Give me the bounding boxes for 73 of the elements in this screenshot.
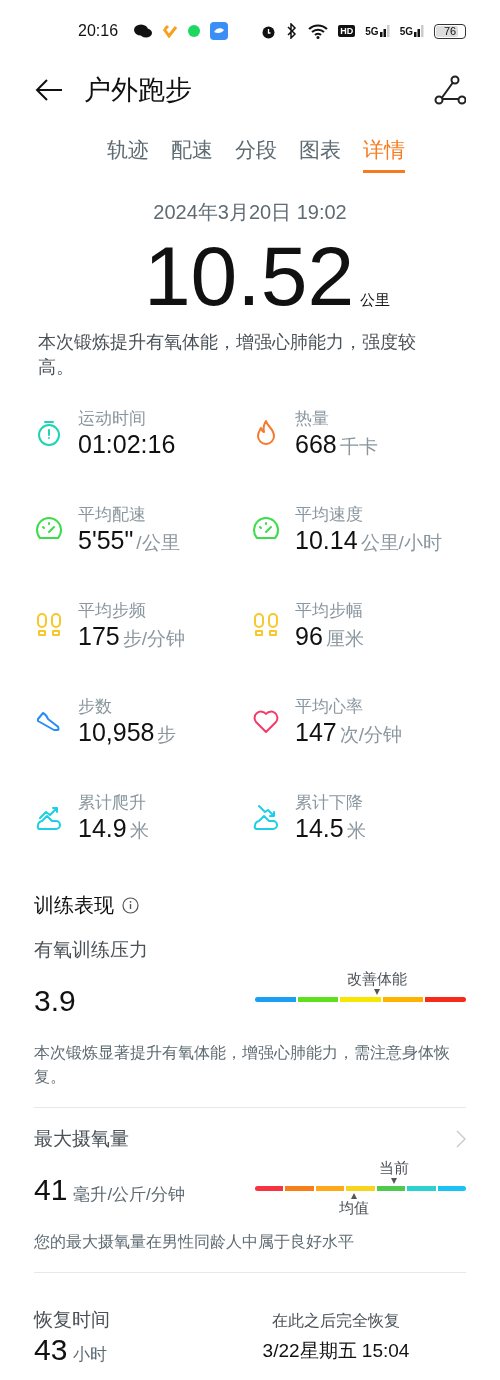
marker-label: 均值 (339, 1199, 370, 1218)
stat-unit: 次/分钟 (339, 722, 402, 747)
metric-title: 有氧训练压力 (34, 939, 148, 960)
distance-value: 10.52 (143, 230, 355, 322)
stat-unit: 千卡 (339, 434, 378, 459)
stat-value: 5'55" (78, 525, 134, 555)
stat-label: 平均配速 (78, 503, 147, 526)
stat-value: 14.5 (295, 813, 344, 843)
stat-label: 运动时间 (78, 408, 147, 430)
pointer-icon (351, 1193, 358, 1199)
status-time: 20:16 (78, 22, 119, 40)
pointer-icon (391, 1178, 398, 1184)
stat-label: 平均速度 (295, 503, 364, 526)
stat-label: 累计下降 (295, 791, 364, 814)
tab[interactable]: 分段 (235, 136, 277, 173)
network-type-label: 5G (365, 26, 379, 37)
network-type-label: 5G (399, 26, 413, 37)
stat-unit: 步 (157, 722, 177, 747)
share-button[interactable] (434, 75, 466, 105)
dot-app-icon (188, 25, 201, 37)
stat-value: 96 (295, 621, 323, 651)
stat-value: 14.9 (78, 813, 127, 843)
stat-value: 668 (295, 429, 337, 459)
section-title: 训练表现 (34, 893, 114, 918)
workout-summary: 本次锻炼提升有氧体能，增强心肺能力，强度较高。 (38, 331, 417, 379)
distance-unit: 公里 (360, 291, 391, 310)
stat-unit: 公里/小时 (360, 530, 442, 555)
stat-label: 平均步频 (78, 599, 147, 622)
stat-value: 01:02:16 (78, 430, 176, 459)
hd-voice-badge: HD (338, 25, 356, 37)
stat-label: 平均步幅 (295, 599, 364, 622)
stat-label: 累计爬升 (78, 791, 147, 814)
stat-unit: 米 (346, 818, 366, 843)
metric-title: 恢复时间 (34, 1309, 110, 1330)
stat-label: 平均心率 (295, 695, 364, 718)
signal-icon (414, 25, 424, 37)
stat-value: 10.14 (295, 525, 358, 555)
tab[interactable]: 轨迹 (107, 136, 149, 173)
metric-value: 43 (34, 1333, 68, 1367)
chat-icon (134, 24, 153, 38)
stat-value: 10,958 (78, 717, 155, 747)
tab[interactable]: 图表 (299, 136, 341, 173)
stat-unit: 米 (129, 818, 149, 843)
stat-label: 热量 (295, 407, 330, 430)
battery-level: 76 (443, 25, 457, 37)
metric-value: 3.9 (34, 984, 76, 1018)
stat-unit: 步/分钟 (122, 626, 185, 651)
bluetooth-icon (286, 23, 299, 39)
stat-value: 175 (78, 621, 120, 651)
stat-unit: 厘米 (325, 626, 364, 651)
pointer-icon (374, 989, 381, 995)
wifi-icon (308, 23, 329, 39)
metric-title: 最大摄氧量 (34, 1127, 129, 1151)
tab[interactable]: 配速 (171, 136, 213, 173)
page-title: 户外跑步 (84, 74, 193, 107)
metric-note: 您的最大摄氧量在男性同龄人中属于良好水平 (34, 1232, 355, 1252)
workout-date: 2024年3月20日 19:02 (152, 200, 348, 225)
stat-value: 147 (295, 717, 337, 747)
stat-unit: /公里 (136, 530, 180, 555)
marker-label: 改善体能 (347, 970, 408, 989)
app-icon (210, 22, 229, 40)
metric-value: 41 (34, 1173, 68, 1207)
recovery-time: 3/22星期五 15:04 (262, 1338, 410, 1363)
info-icon[interactable] (122, 897, 139, 914)
descent-icon (251, 802, 281, 832)
signal-icon (379, 25, 390, 37)
metric-unit: 毫升/公斤/分钟 (73, 1184, 185, 1206)
marker-label: 当前 (379, 1159, 410, 1178)
back-button[interactable] (34, 78, 64, 102)
stat-label: 步数 (78, 695, 113, 718)
metric-note: 本次锻炼显著提升有氧体能，增强心肺能力，需注意身体恢复。 (34, 1043, 451, 1087)
recovery-label: 在此之后完全恢复 (272, 1310, 400, 1331)
metric-unit: 小时 (73, 1344, 108, 1366)
